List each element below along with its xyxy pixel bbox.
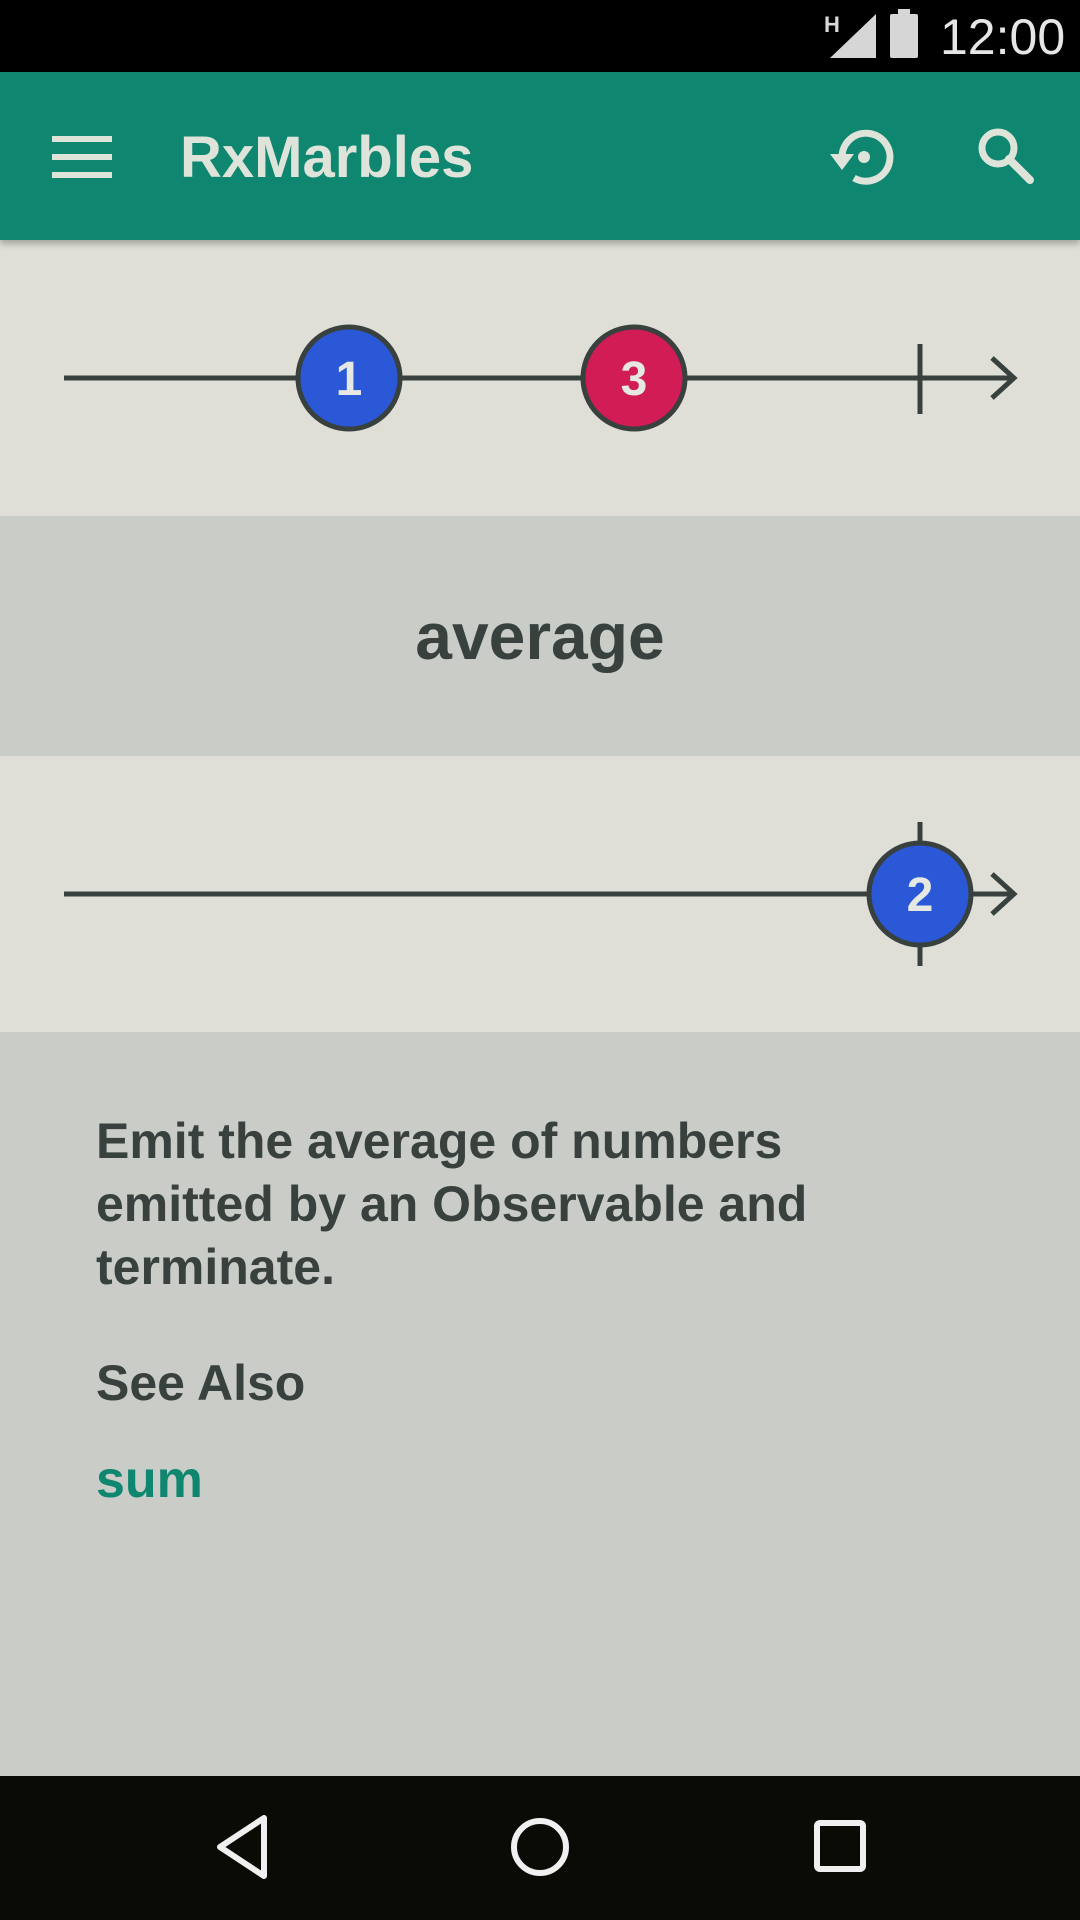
output-timeline: 2 [0,756,1080,1032]
input-marble-1[interactable]: 1 [295,324,403,432]
search-icon[interactable] [976,126,1036,186]
input-marble-1-label: 1 [336,353,363,406]
operator-description: Emit the average of numbers emitted by a… [96,1113,808,1295]
recents-icon[interactable] [812,1812,868,1882]
menu-icon[interactable] [50,134,114,180]
restore-icon[interactable] [826,126,896,190]
see-also-link-sum[interactable]: sum [96,1450,203,1510]
output-marble-1-label: 2 [907,869,934,922]
app-title: RxMarbles [180,125,474,190]
description-panel: Emit the average of numbers emitted by a… [0,1032,1080,1776]
app-bar: RxMarbles [0,72,1080,240]
operator-name: average [415,599,665,673]
clock: 12:00 [940,9,1066,65]
input-marble-2-label: 3 [621,353,648,406]
see-also-heading: See Also [96,1355,306,1411]
back-icon[interactable] [212,1812,272,1882]
output-marble-1[interactable]: 2 [866,840,974,948]
signal-icon [830,14,876,58]
battery-icon [890,9,918,58]
navigation-bar [0,1776,1080,1920]
status-bar: H 12:00 [0,0,1080,72]
input-timeline: 1 3 [0,240,1080,516]
input-marble-2[interactable]: 3 [580,324,688,432]
operator-box: average [0,516,1080,756]
home-icon[interactable] [508,1812,572,1882]
